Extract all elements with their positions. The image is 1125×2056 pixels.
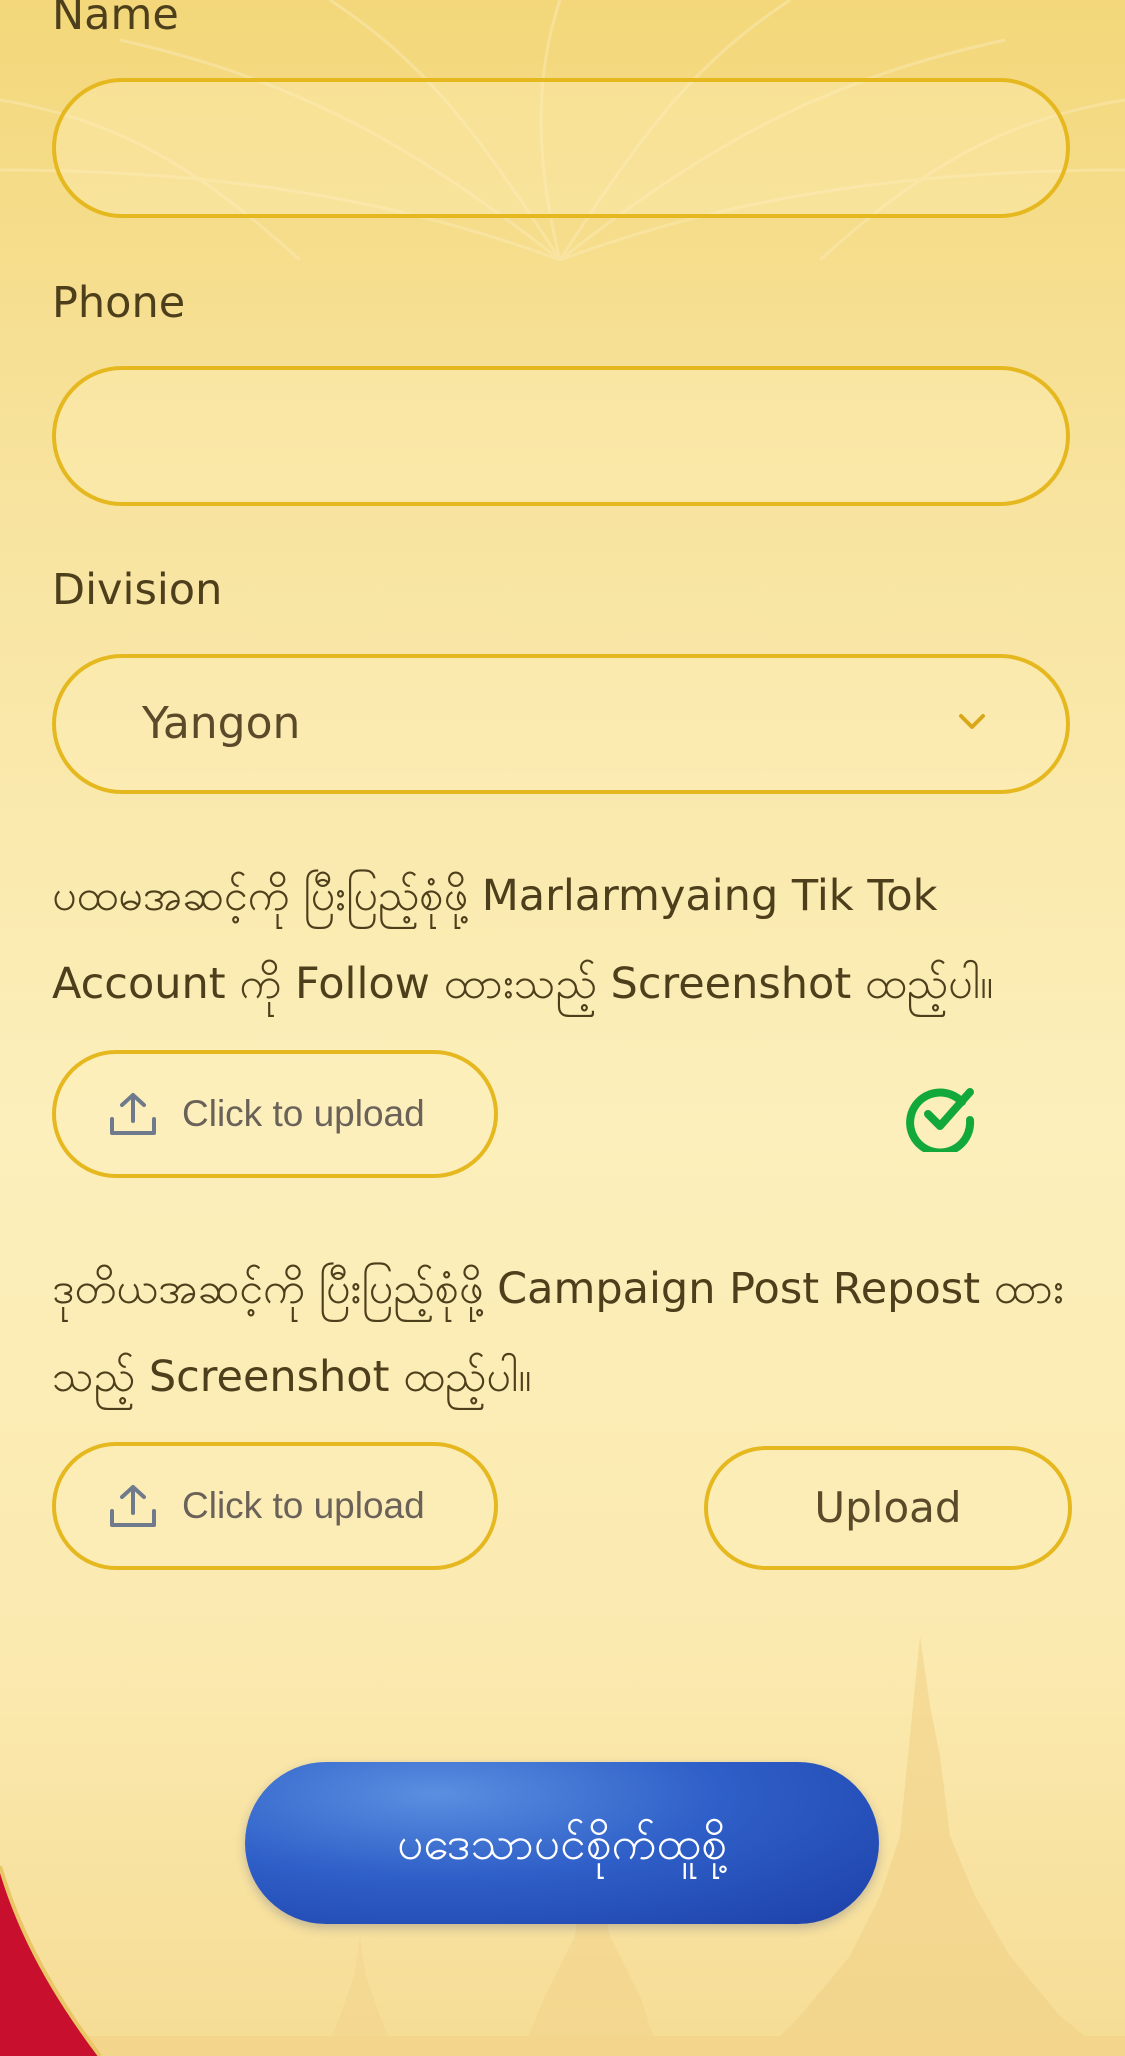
upload-icon	[110, 1485, 156, 1527]
division-select[interactable]: Yangon	[52, 654, 1070, 794]
division-label: Division	[52, 565, 223, 615]
step2-upload-button[interactable]: Click to upload	[52, 1442, 498, 1570]
step1-upload-label: Click to upload	[182, 1093, 425, 1134]
check-circle-icon	[906, 1088, 975, 1152]
phone-label: Phone	[52, 278, 186, 328]
name-label: Name	[52, 0, 179, 40]
step1-instruction: ပထမအဆင့်ကို ပြီးပြည့်စုံဖို့ Marlarmyain…	[52, 871, 994, 1009]
step2-upload-label: Click to upload	[182, 1485, 425, 1526]
step2-submit-upload-button[interactable]: Upload	[704, 1446, 1072, 1570]
step2-instruction: ဒုတိယအဆင့်ကို ပြီးပြည့်စုံဖို့ Campaign …	[52, 1264, 1064, 1402]
step1-upload-button[interactable]: Click to upload	[52, 1050, 498, 1178]
red-border-decoration	[0, 1866, 102, 2056]
name-input[interactable]	[52, 78, 1070, 218]
chevron-down-icon	[959, 714, 985, 729]
upload-icon	[110, 1093, 156, 1135]
phone-input[interactable]	[52, 366, 1070, 506]
division-selected-value: Yangon	[142, 698, 301, 749]
submit-button[interactable]: ပဒေသာပင်စိုက်ထူစို့	[245, 1762, 879, 1924]
